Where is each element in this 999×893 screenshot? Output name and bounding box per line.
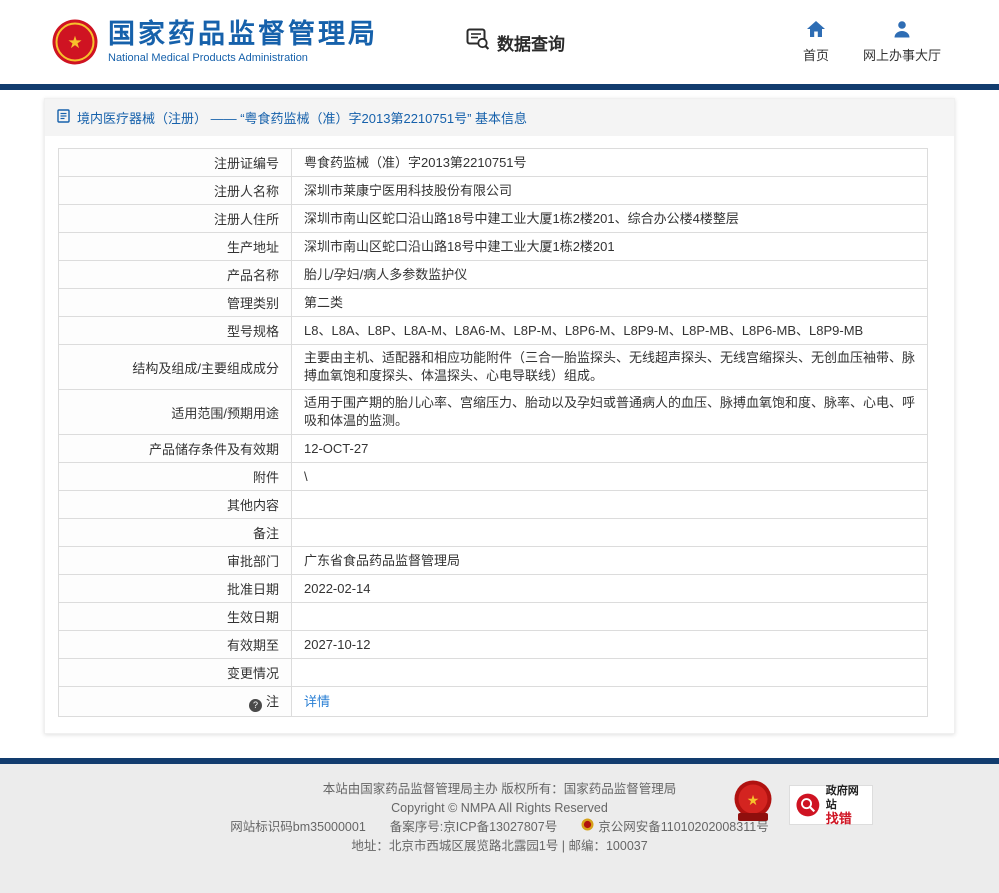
row-label: 产品储存条件及有效期 [59,435,292,463]
row-value: 广东省食品药品监督管理局 [292,547,928,575]
nmpa-emblem-icon: ★ [52,19,98,65]
nav-home-label: 首页 [803,45,829,64]
nav-home[interactable]: 首页 [803,20,829,64]
table-row: 注册证编号粤食药监械（准）字2013第2210751号 [59,149,928,177]
table-row: 注册人名称深圳市莱康宁医用科技股份有限公司 [59,177,928,205]
site-identifier-code: 网站标识码bm35000001 [230,818,365,837]
table-row: 结构及组成/主要组成成分主要由主机、适配器和相应功能附件（三合一胎监探头、无线超… [59,345,928,390]
nav-data-query[interactable]: 数据查询 [466,28,565,56]
note-icon: ? [249,699,262,712]
row-value: \ [292,463,928,491]
table-row: 适用范围/预期用途适用于围产期的胎儿心率、宫缩压力、胎动以及孕妇或普通病人的血压… [59,390,928,435]
header-nav: 首页 网上办事大厅 [803,20,941,64]
breadcrumb: 境内医疗器械（注册） —— “粤食药监械（准）字2013第2210751号” 基… [45,99,954,136]
svg-text:★: ★ [67,33,82,52]
breadcrumb-text: 境内医疗器械（注册） —— “粤食药监械（准）字2013第2210751号” 基… [77,108,527,127]
row-value: L8、L8A、L8P、L8A-M、L8A6-M、L8P-M、L8P6-M、L8P… [292,317,928,345]
brand[interactable]: ★ 国家药品监督管理局 National Medical Products Ad… [52,19,378,65]
row-label: 审批部门 [59,547,292,575]
table-row: 产品储存条件及有效期12-OCT-27 [59,435,928,463]
row-label: 注册人名称 [59,177,292,205]
row-label: 有效期至 [59,631,292,659]
table-row: 附件\ [59,463,928,491]
table-row: 其他内容 [59,491,928,519]
table-row: 型号规格L8、L8A、L8P、L8A-M、L8A6-M、L8P-M、L8P6-M… [59,317,928,345]
table-row: 生产地址深圳市南山区蛇口沿山路18号中建工业大厦1栋2楼201 [59,233,928,261]
data-query-icon [466,28,490,56]
row-value [292,491,928,519]
row-label: 注册人住所 [59,205,292,233]
row-label: 其他内容 [59,491,292,519]
footer-badges: ★ 政府网站 找错 [733,780,873,829]
row-label: 备注 [59,519,292,547]
row-label: 管理类别 [59,289,292,317]
row-value: 12-OCT-27 [292,435,928,463]
row-value: 主要由主机、适配器和相应功能附件（三合一胎监探头、无线超声探头、无线宫缩探头、无… [292,345,928,390]
row-label: 型号规格 [59,317,292,345]
err-badge-action-label: 找错 [826,812,866,826]
table-row: 注册人住所深圳市南山区蛇口沿山路18号中建工业大厦1栋2楼201、综合办公楼4楼… [59,205,928,233]
row-value: 深圳市莱康宁医用科技股份有限公司 [292,177,928,205]
row-label: 生效日期 [59,603,292,631]
footer-host-text: 本站由国家药品监督管理局主办 版权所有：国家药品监督管理局 [323,780,676,799]
home-icon [806,20,826,41]
table-row: 产品名称胎儿/孕妇/病人多参数监护仪 [59,261,928,289]
detail-card: 境内医疗器械（注册） —— “粤食药监械（准）字2013第2210751号” 基… [44,98,955,734]
row-value [292,603,928,631]
row-label: 结构及组成/主要组成成分 [59,345,292,390]
row-label: 批准日期 [59,575,292,603]
row-value: 深圳市南山区蛇口沿山路18号中建工业大厦1栋2楼201 [292,233,928,261]
document-icon [57,109,70,126]
table-row: ?注详情 [59,687,928,717]
site-subtitle: National Medical Products Administration [108,52,378,64]
row-value: 深圳市南山区蛇口沿山路18号中建工业大厦1栋2楼201、综合办公楼4楼整层 [292,205,928,233]
row-value [292,659,928,687]
page: ★ 国家药品监督管理局 National Medical Products Ad… [0,0,999,893]
row-label: 产品名称 [59,261,292,289]
row-value [292,519,928,547]
svg-text:★: ★ [747,792,760,808]
row-label: 生产地址 [59,233,292,261]
footer-address: 地址：北京市西城区展览路北露园1号 | 邮编：100037 [351,837,647,856]
footer-line-4: 地址：北京市西城区展览路北露园1号 | 邮编：100037 [0,837,999,856]
site-title: 国家药品监督管理局 [108,20,378,50]
gov-emblem-badge[interactable]: ★ [733,780,773,829]
data-query-label: 数据查询 [497,30,565,55]
err-badge-site-label: 政府网站 [826,784,866,812]
row-value: 第二类 [292,289,928,317]
table-row: 批准日期2022-02-14 [59,575,928,603]
table-row: 变更情况 [59,659,928,687]
row-value: 2022-02-14 [292,575,928,603]
footer-body: 本站由国家药品监督管理局主办 版权所有：国家药品监督管理局 Copyright … [0,764,999,893]
row-label: 变更情况 [59,659,292,687]
psb-badge-icon [581,818,594,837]
icp-number: 备案序号:京ICP备13027807号 [390,818,557,837]
row-value: 适用于围产期的胎儿心率、宫缩压力、胎动以及孕妇或普通病人的血压、脉搏血氧饱和度、… [292,390,928,435]
table-row: 生效日期 [59,603,928,631]
footer-copyright: Copyright © NMPA All Rights Reserved [391,799,608,818]
nav-service-hall-label: 网上办事大厅 [863,45,941,64]
site-footer: 本站由国家药品监督管理局主办 版权所有：国家药品监督管理局 Copyright … [0,758,999,893]
row-value: 2027-10-12 [292,631,928,659]
person-icon [892,20,912,41]
row-value: 详情 [292,687,928,717]
main-content: 境内医疗器械（注册） —— “粤食药监械（准）字2013第2210751号” 基… [0,90,999,758]
row-value: 粤食药监械（准）字2013第2210751号 [292,149,928,177]
row-label: 适用范围/预期用途 [59,390,292,435]
row-label: ?注 [59,687,292,717]
row-value: 胎儿/孕妇/病人多参数监护仪 [292,261,928,289]
table-row: 管理类别第二类 [59,289,928,317]
row-label: 注册证编号 [59,149,292,177]
detail-table: 注册证编号粤食药监械（准）字2013第2210751号注册人名称深圳市莱康宁医用… [58,148,928,717]
table-row: 备注 [59,519,928,547]
nav-service-hall[interactable]: 网上办事大厅 [863,20,941,64]
site-header: ★ 国家药品监督管理局 National Medical Products Ad… [0,0,999,84]
gov-site-error-badge[interactable]: 政府网站 找错 [789,785,873,825]
table-row: 有效期至2027-10-12 [59,631,928,659]
detail-link[interactable]: 详情 [304,694,330,709]
row-label: 附件 [59,463,292,491]
table-row: 审批部门广东省食品药品监督管理局 [59,547,928,575]
